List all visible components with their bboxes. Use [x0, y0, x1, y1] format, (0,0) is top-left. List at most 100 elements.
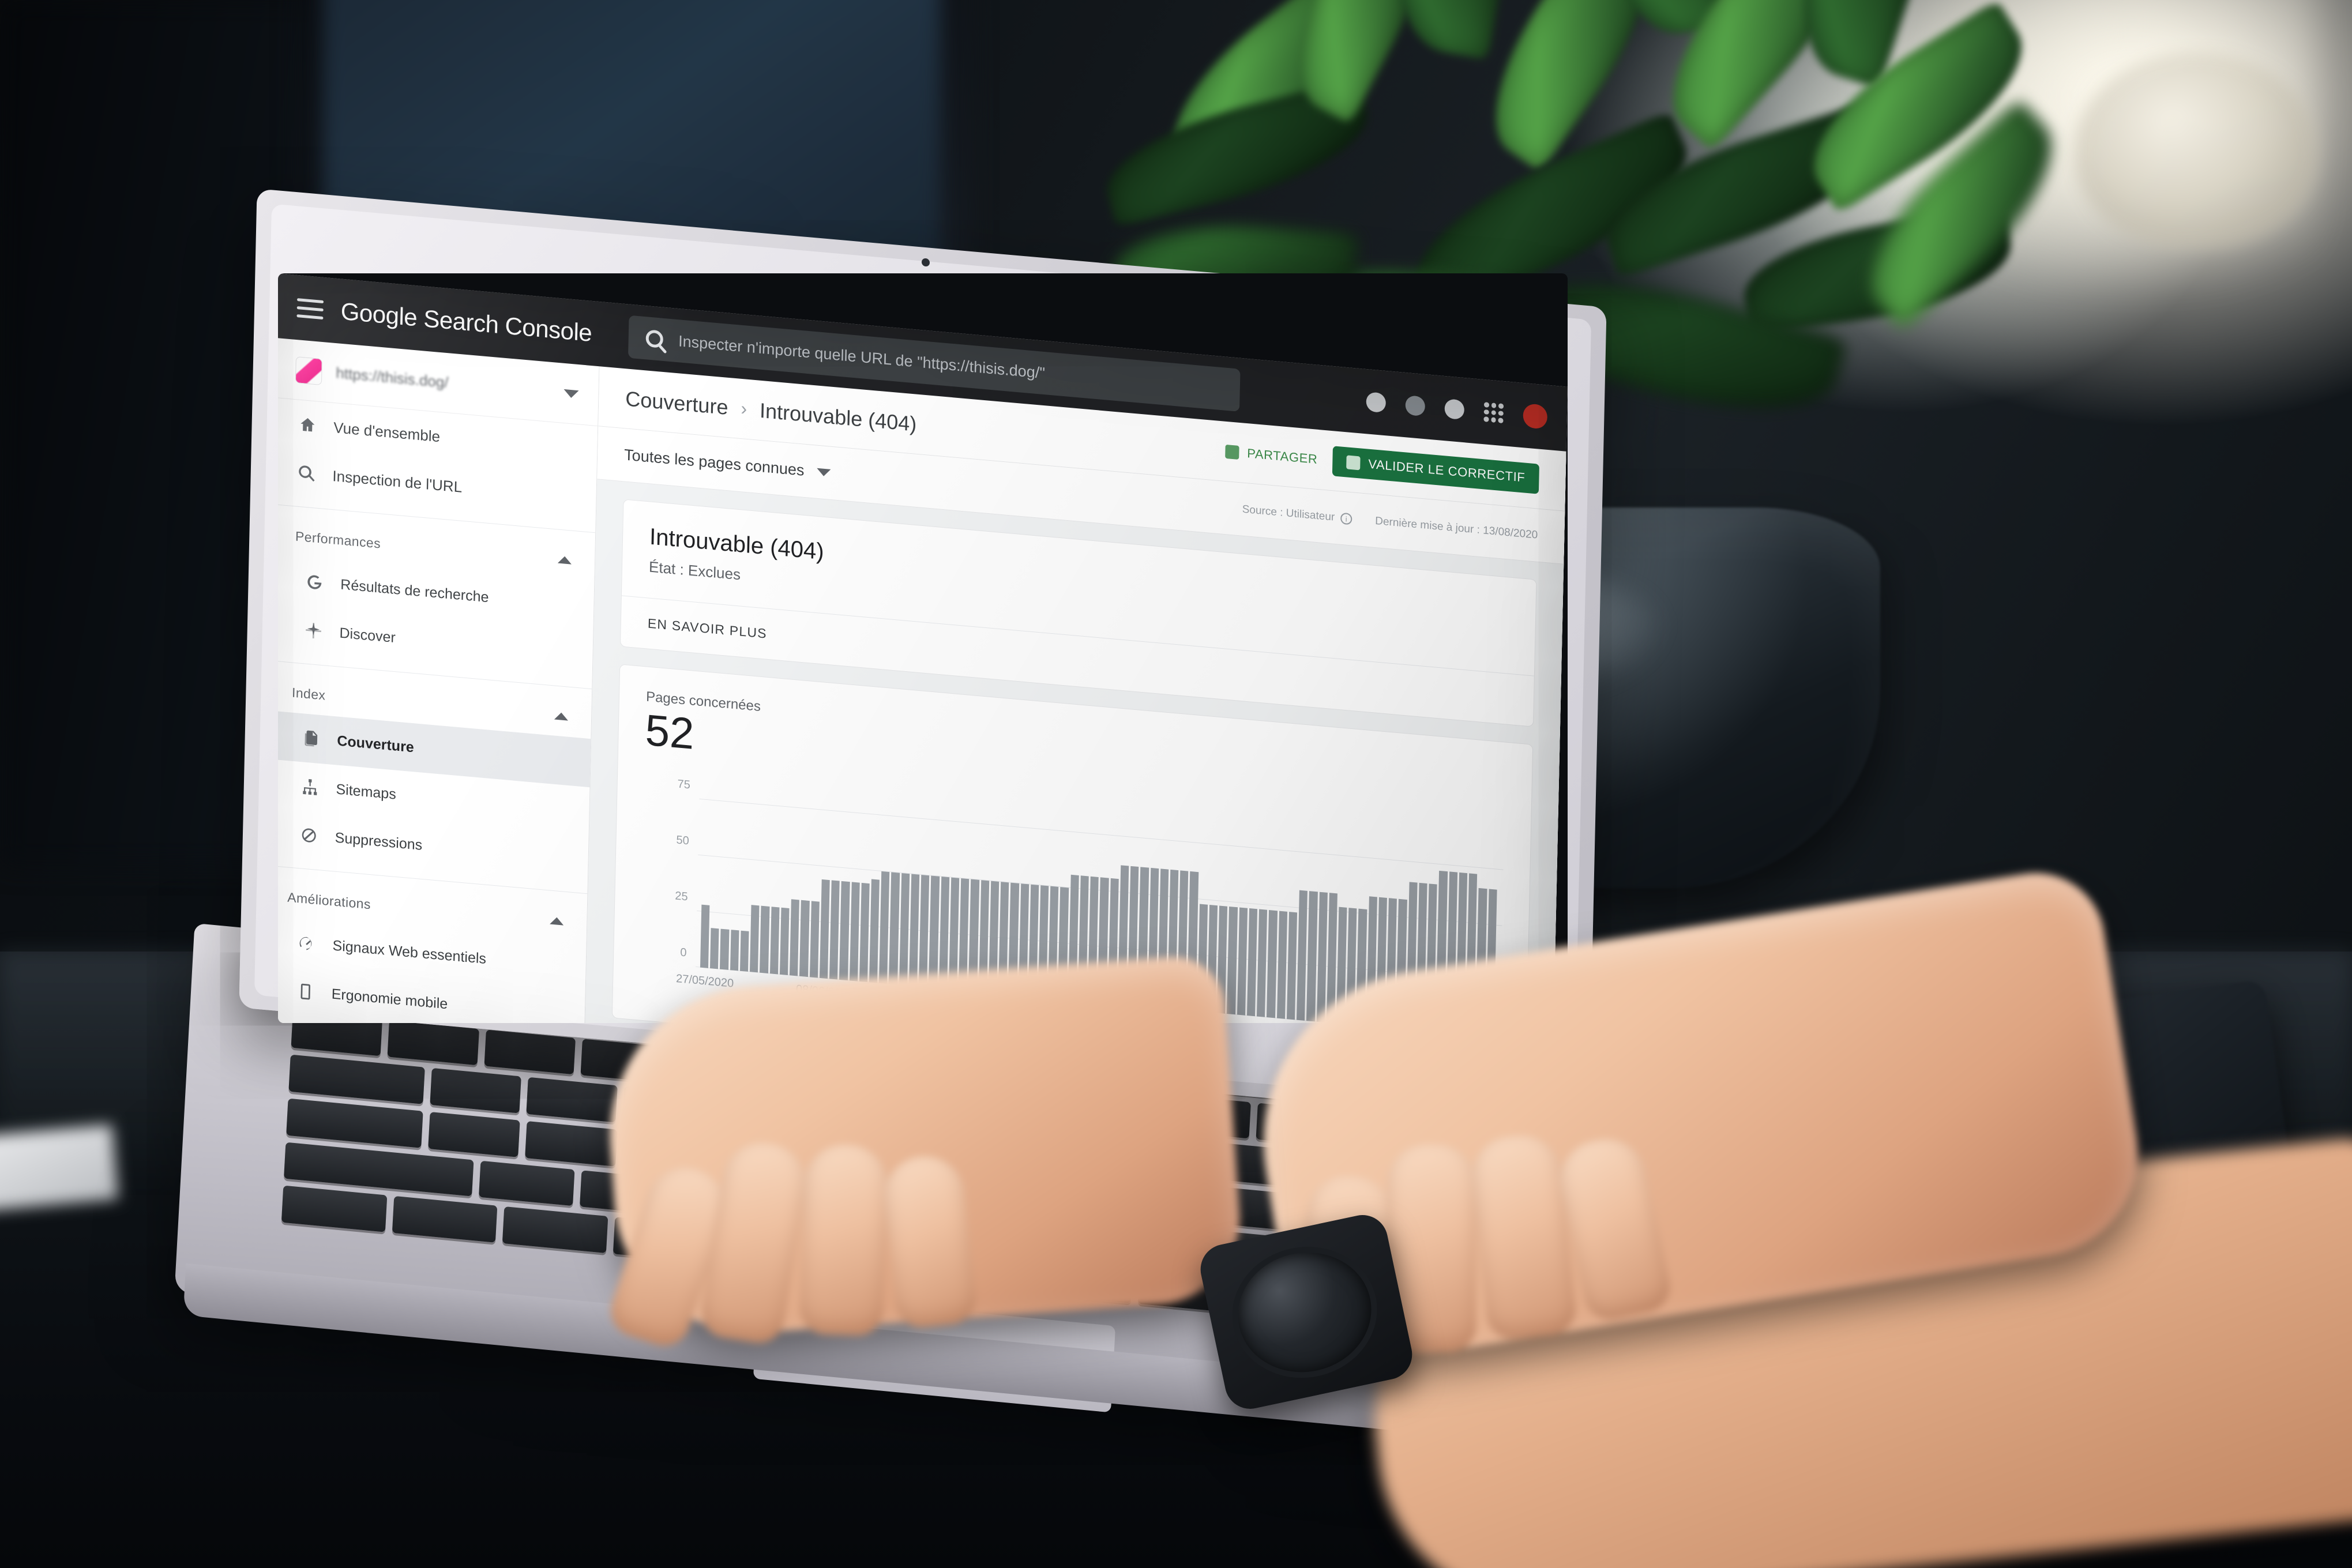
- sidebar-item-label: Couverture: [337, 732, 415, 755]
- screen-bezel: Google Search Console Inspecter n'import…: [278, 273, 1568, 1023]
- check-icon: [1346, 454, 1361, 470]
- breadcrumb-current: Introuvable (404): [759, 398, 917, 436]
- property-url: https://thisis.dog/: [336, 364, 449, 392]
- chart-bar[interactable]: [1297, 890, 1308, 1021]
- chart-y-tick: 25: [675, 889, 688, 904]
- apps-grid-icon[interactable]: [1483, 402, 1504, 424]
- chart-bar[interactable]: [859, 883, 870, 983]
- sidebar-group-label: Améliorations: [287, 889, 371, 912]
- sidebar-item-label: Sitemaps: [336, 781, 397, 803]
- chart-bar[interactable]: [700, 904, 710, 968]
- pages-icon: [301, 728, 321, 749]
- sidebar-item-label: Signaux Web essentiels: [332, 937, 487, 967]
- paper-stack: [0, 1124, 119, 1212]
- help-icon[interactable]: [1366, 392, 1387, 413]
- chart-bar[interactable]: [750, 904, 760, 973]
- remove-icon: [299, 825, 319, 846]
- app-title: Google Search Console: [340, 297, 592, 347]
- chart-bar[interactable]: [1306, 890, 1318, 1022]
- sidebar-item-label: Inspection de l'URL: [332, 467, 463, 496]
- chart-bar[interactable]: [799, 900, 810, 977]
- google-g-icon: [305, 571, 325, 593]
- page-filter-value: Toutes les pages connues: [623, 446, 805, 479]
- breadcrumb-separator-icon: ›: [741, 397, 747, 419]
- chart-bar[interactable]: [1227, 906, 1238, 1015]
- speed-gauge-icon: [296, 932, 317, 954]
- chart-bar[interactable]: [908, 874, 920, 987]
- chart-y-tick: 0: [680, 946, 687, 960]
- search-input[interactable]: Inspecter n'importe quelle URL de "https…: [678, 332, 1045, 382]
- discover-star-icon: [303, 620, 324, 641]
- sidebar-item-label: Vue d'ensemble: [333, 418, 441, 445]
- chart-y-tick: 75: [677, 777, 691, 792]
- search-icon: [645, 329, 664, 348]
- webcam: [921, 258, 930, 267]
- chevron-up-icon[interactable]: [550, 916, 564, 926]
- main-content: Couverture › Introuvable (404) PARTAGER: [584, 366, 1566, 1023]
- chart-bar[interactable]: [919, 874, 930, 988]
- chart-y-tick: 50: [676, 833, 690, 848]
- chart-bar[interactable]: [1257, 909, 1268, 1017]
- hamburger-icon[interactable]: [296, 298, 324, 319]
- validate-fix-button[interactable]: VALIDER LE CORRECTIF: [1332, 445, 1539, 494]
- sidebar-item-label: Discover: [339, 625, 396, 646]
- screen: Google Search Console Inspecter n'import…: [278, 273, 1568, 1023]
- filter-meta: Source : Utilisateur i Dernière mise à j…: [1242, 503, 1538, 542]
- settings-icon[interactable]: [1444, 398, 1465, 420]
- left-hand: [600, 953, 1246, 1353]
- scene-root: Google Search Console Inspecter n'import…: [0, 0, 2352, 1568]
- chart-bar[interactable]: [739, 930, 749, 972]
- chevron-up-icon[interactable]: [557, 555, 572, 565]
- sitemap-icon: [300, 776, 320, 798]
- chevron-down-icon[interactable]: [817, 468, 831, 477]
- chart-bar[interactable]: [889, 872, 900, 985]
- chart-bar[interactable]: [839, 881, 850, 981]
- chart-bar[interactable]: [879, 871, 890, 984]
- sidebar-item-label: Suppressions: [335, 829, 423, 853]
- chart-bar[interactable]: [869, 879, 880, 983]
- chart-bar[interactable]: [720, 928, 730, 970]
- chart-bar[interactable]: [769, 906, 780, 975]
- chart-bar[interactable]: [710, 928, 719, 969]
- info-icon[interactable]: i: [1340, 512, 1352, 525]
- validate-fix-label: VALIDER LE CORRECTIF: [1368, 456, 1526, 485]
- chart-bar[interactable]: [779, 907, 790, 976]
- sidebar-group-label: Index: [291, 685, 326, 703]
- chart-bar[interactable]: [1286, 911, 1298, 1020]
- feedback-icon[interactable]: [1405, 395, 1426, 417]
- browser-viewport: Google Search Console Inspecter n'import…: [278, 273, 1568, 1023]
- chart-bar[interactable]: [1237, 907, 1248, 1016]
- chevron-down-icon[interactable]: [563, 389, 579, 398]
- share-button-label: PARTAGER: [1246, 445, 1318, 467]
- header-icons: [1366, 389, 1548, 430]
- chart-bar[interactable]: [809, 901, 820, 978]
- chart-bar[interactable]: [819, 879, 830, 979]
- share-icon: [1224, 444, 1239, 460]
- chart-bar[interactable]: [1276, 911, 1287, 1019]
- sidebar-item-label: Résultats de recherche: [340, 576, 489, 606]
- chart-x-tick: 27/05/2020: [675, 972, 734, 990]
- chart-bar[interactable]: [790, 899, 800, 976]
- chart-bar[interactable]: [899, 873, 910, 986]
- chevron-up-icon[interactable]: [554, 712, 569, 721]
- home-icon: [298, 415, 318, 436]
- source-label: Source : Utilisateur: [1242, 503, 1335, 524]
- background-bowl: [2075, 52, 2317, 248]
- sidebar-group-label: Performances: [295, 528, 381, 551]
- sidebar: https://thisis.dog/ Vue d'ensemble Inspe…: [278, 338, 600, 1023]
- chart-bar[interactable]: [730, 930, 739, 971]
- search-icon: [296, 463, 317, 484]
- share-button[interactable]: PARTAGER: [1224, 443, 1318, 467]
- page-filter-dropdown[interactable]: Toutes les pages connues: [624, 446, 831, 482]
- breadcrumb-parent[interactable]: Couverture: [625, 386, 728, 420]
- chart-bar[interactable]: [1267, 909, 1278, 1018]
- chart-bar[interactable]: [760, 905, 770, 973]
- chart-bar[interactable]: [1316, 892, 1328, 1022]
- chart-bar[interactable]: [829, 880, 840, 980]
- chart-bar[interactable]: [849, 882, 860, 982]
- account-avatar[interactable]: [1523, 403, 1548, 430]
- site-favicon: [295, 356, 322, 385]
- last-updated-label: Dernière mise à jour : 13/08/2020: [1375, 514, 1538, 542]
- chart-bar[interactable]: [1246, 908, 1258, 1017]
- chart-bar[interactable]: [929, 875, 940, 988]
